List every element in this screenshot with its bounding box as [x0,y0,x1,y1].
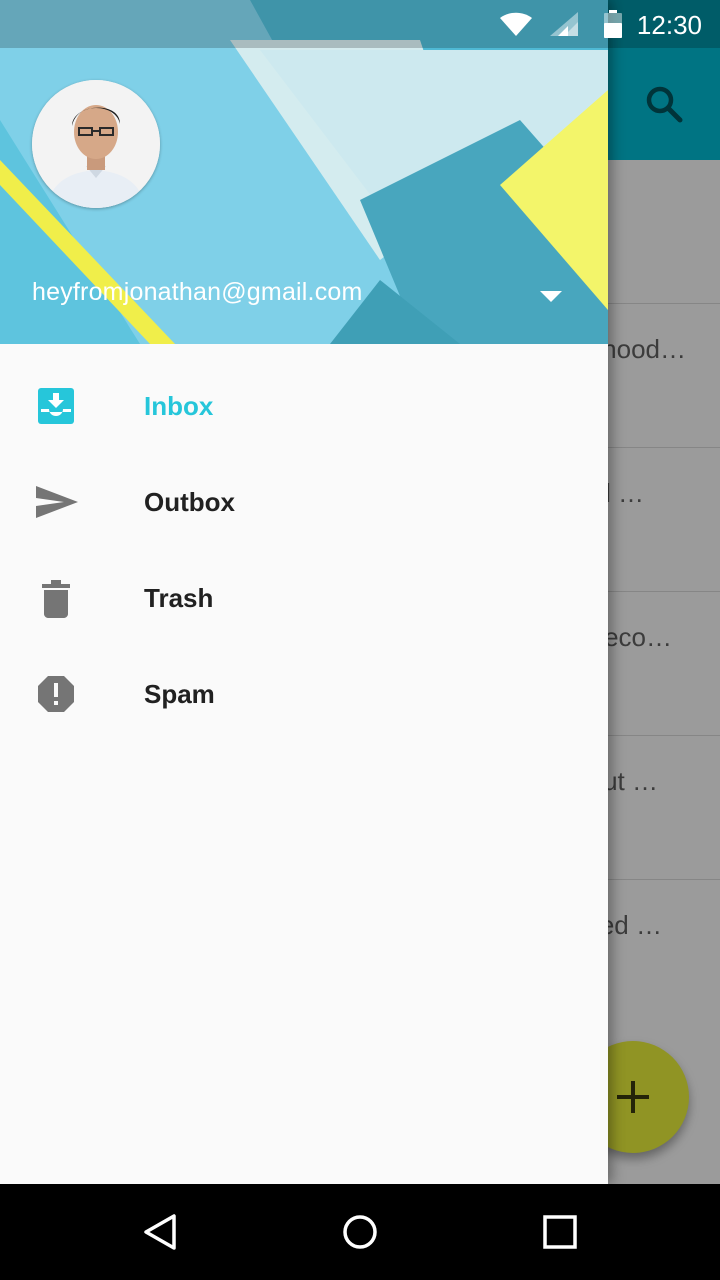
inbox-icon [38,388,74,424]
signal-icon [550,12,578,36]
drawer-item-label: Trash [144,583,214,613]
drawer-header: heyfromjonathan@gmail.com [0,0,608,344]
drawer-item-label: Inbox [144,391,214,421]
drawer-item-spam[interactable]: Spam [0,646,608,742]
back-icon[interactable] [140,1212,180,1252]
status-time: 12:30 [636,10,702,40]
drawer-menu: Inbox Outbox Trash Spam [0,358,608,742]
home-icon[interactable] [340,1212,380,1252]
status-bar: 12:30 [0,0,720,48]
drawer-item-inbox[interactable]: Inbox [0,358,608,454]
profile-photo [32,80,160,208]
recents-icon[interactable] [540,1212,580,1252]
battery-icon [604,10,622,38]
avatar[interactable] [32,80,160,208]
navigation-drawer: heyfromjonathan@gmail.com Inbox Outbox T… [0,0,608,1184]
trash-icon [42,580,70,618]
report-icon [38,676,74,712]
system-nav-bar [0,1184,720,1280]
drawer-item-label: Spam [144,679,215,709]
wifi-icon [500,12,532,36]
drawer-item-outbox[interactable]: Outbox [0,454,608,550]
account-email[interactable]: heyfromjonathan@gmail.com [32,278,363,307]
drawer-item-label: Outbox [144,487,235,517]
arrow-drop-down-icon[interactable] [538,288,564,304]
drawer-item-trash[interactable]: Trash [0,550,608,646]
send-icon [36,486,78,518]
